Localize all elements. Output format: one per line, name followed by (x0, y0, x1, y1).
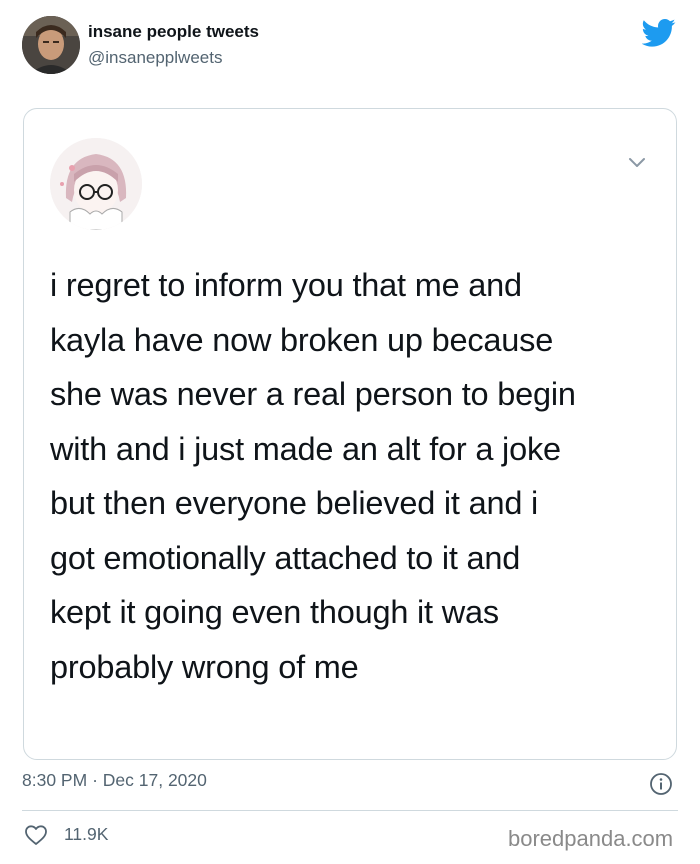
tweet-timestamp[interactable]: 8:30 PM · Dec 17, 2020 (22, 770, 207, 791)
divider (22, 810, 678, 811)
quoted-tweet-text: i regret to inform you that me and kayla… (50, 267, 576, 685)
like-count[interactable]: 11.9K (64, 824, 108, 845)
tweet-header: insane people tweets @insanepplweets (0, 0, 700, 100)
anime-avatar-illustration (50, 138, 142, 230)
avatar[interactable] (22, 16, 80, 74)
watermark: boredpanda.com (508, 826, 674, 851)
avatar-photo (22, 16, 80, 74)
tweet-time: 8:30 PM (22, 770, 88, 790)
info-icon[interactable] (649, 772, 673, 796)
quoted-avatar[interactable] (50, 138, 142, 230)
heart-icon[interactable] (24, 824, 48, 846)
chevron-down-icon[interactable] (626, 154, 648, 172)
handle[interactable]: @insanepplweets (88, 48, 222, 68)
twitter-bird-icon[interactable] (642, 18, 676, 48)
tweet-date: Dec 17, 2020 (102, 770, 207, 790)
display-name[interactable]: insane people tweets (88, 22, 259, 42)
meta-separator: · (92, 770, 98, 790)
